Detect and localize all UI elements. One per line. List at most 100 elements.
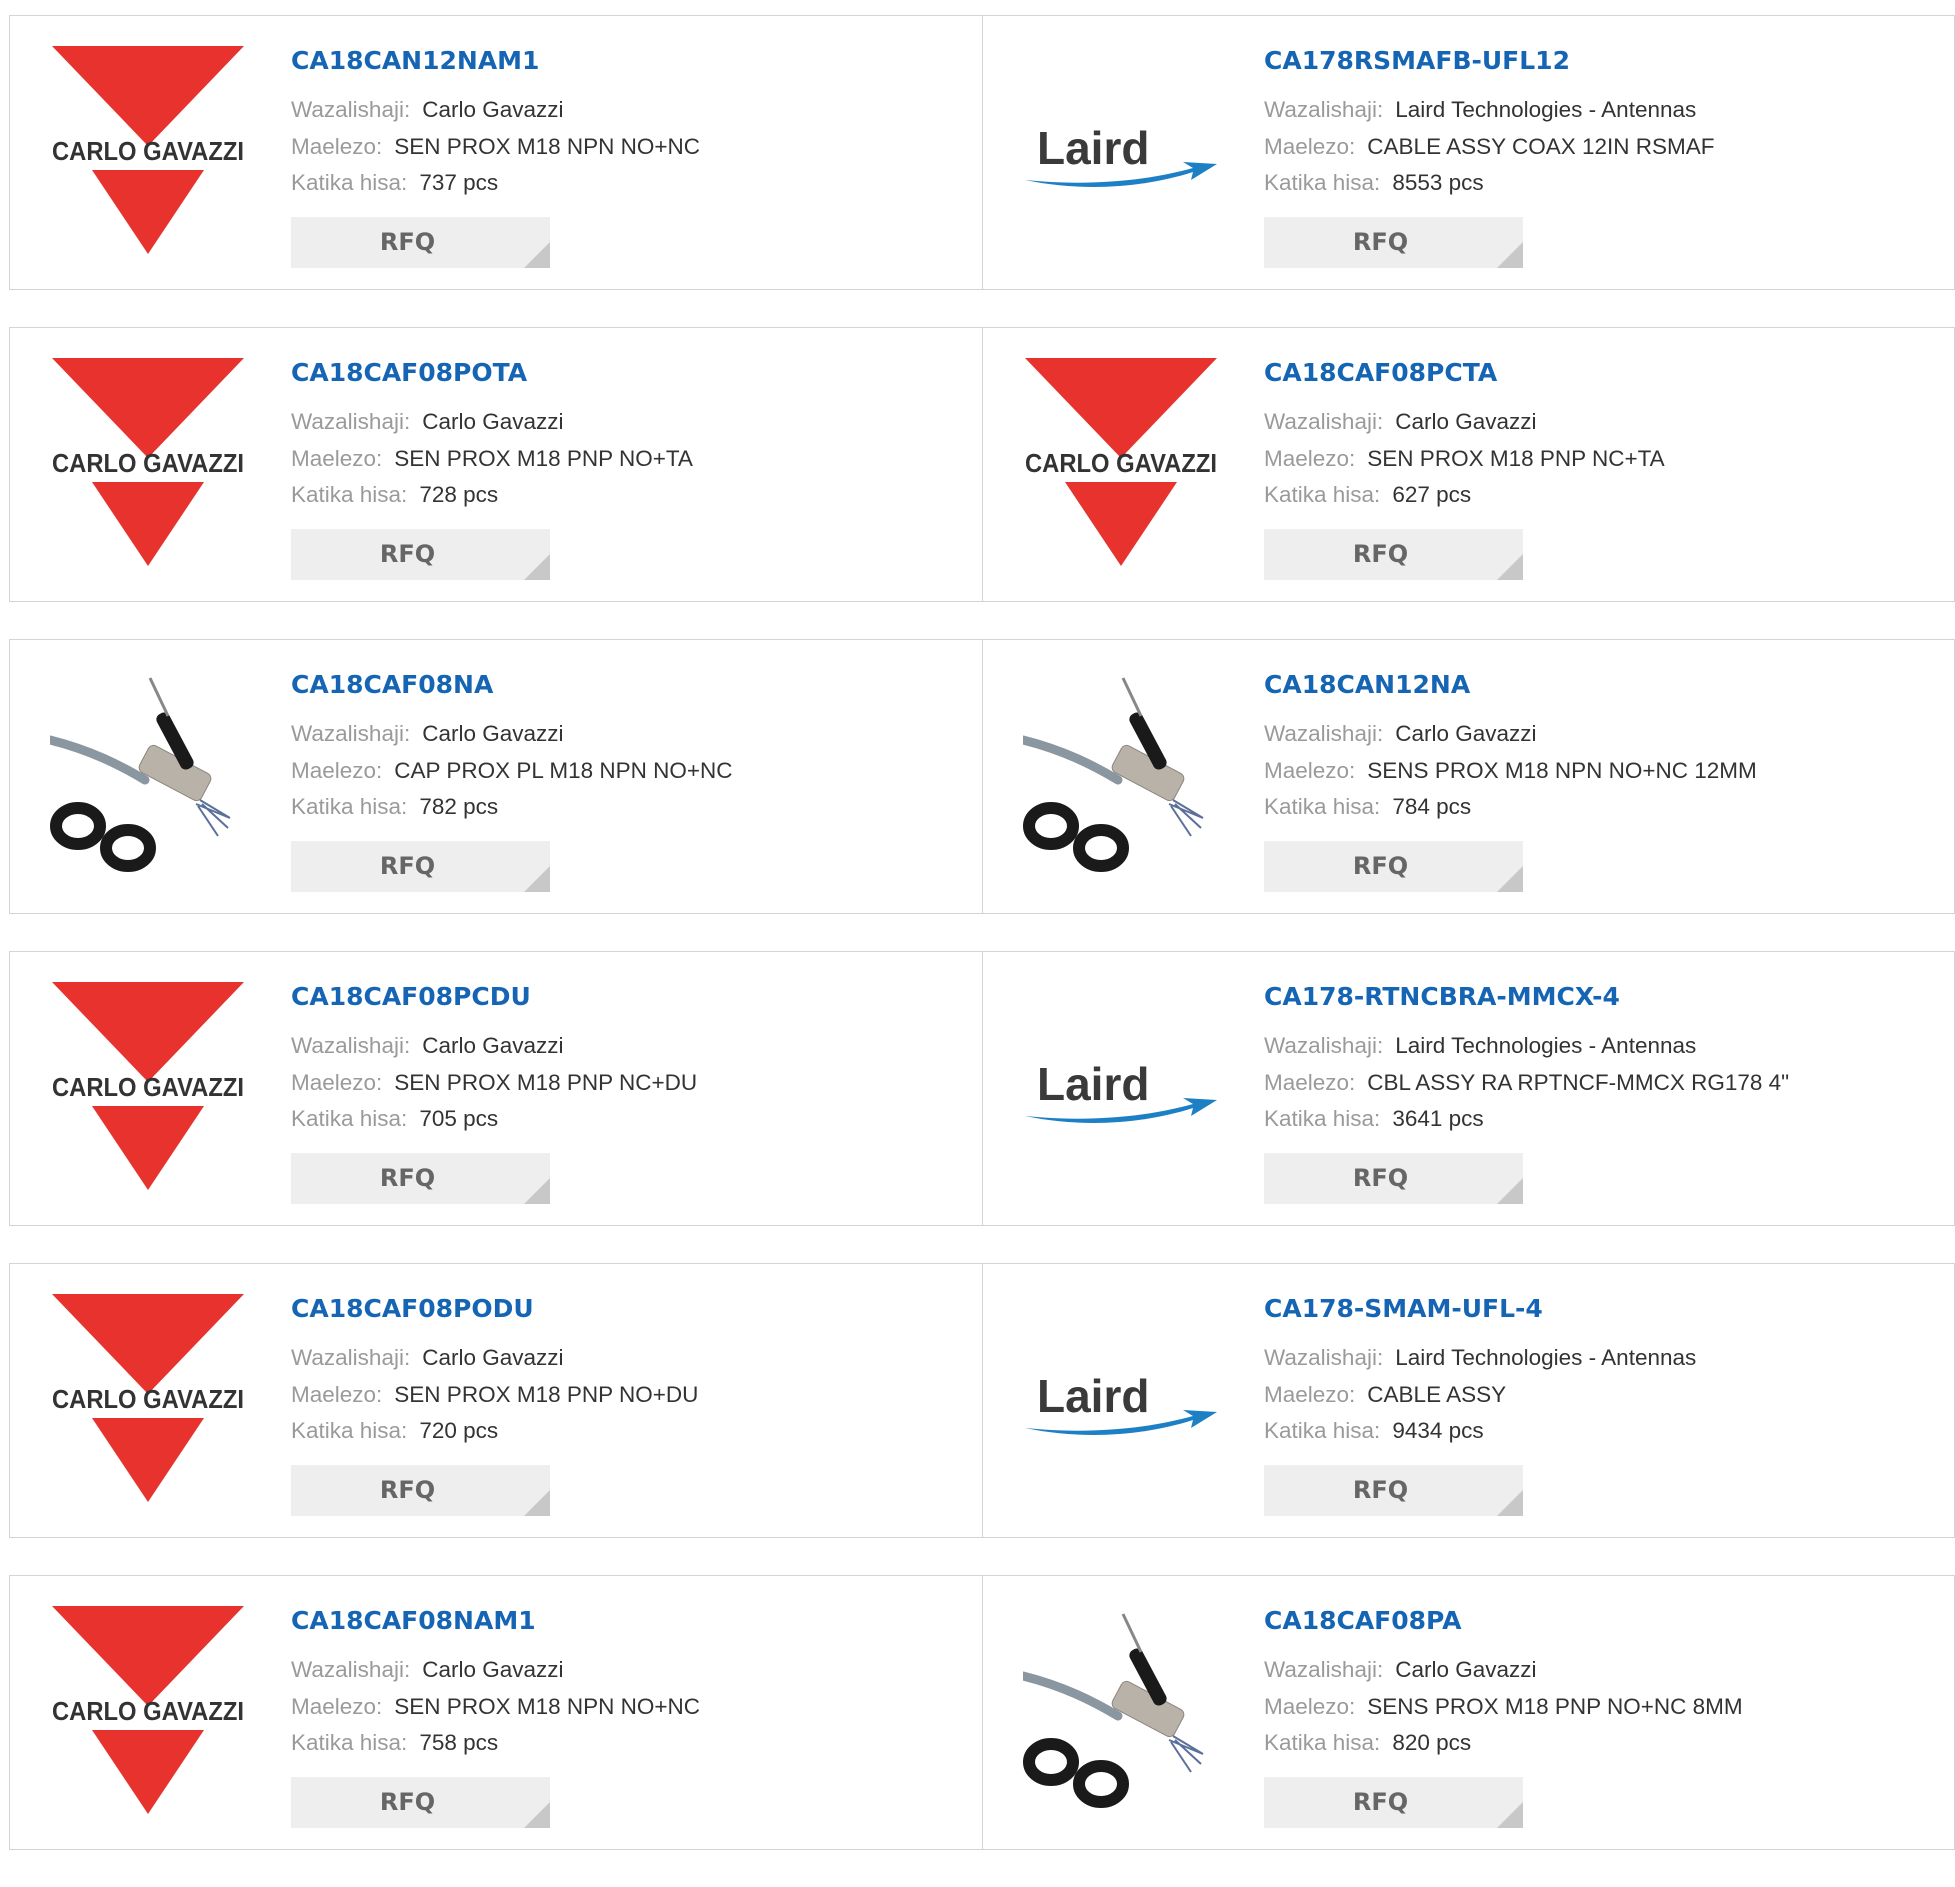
product-row: CARLO GAVAZZI CA18CAF08PODU Wazalishaji: Ca… [9,1263,1955,1538]
stock-value: 9434 pcs [1392,1418,1484,1443]
stock-line: Katika hisa: 820 pcs [1264,1725,1743,1762]
carlo-gavazzi-logo: CARLO GAVAZZI [1023,358,1219,568]
description-value: SEN PROX M18 PNP NO+DU [394,1381,699,1407]
rfq-button[interactable]: RFQ [291,217,550,268]
corner-decoration [524,1490,550,1516]
description-line: Maelezo: SENS PROX M18 PNP NO+NC 8MM [1264,1689,1743,1726]
product-card: CARLO GAVAZZI CA18CAF08NAM1 Wazalishaji: Ca… [10,1576,982,1849]
product-info: CA178-RTNCBRA-MMCX-4 Wazalishaji: Laird Te… [1264,982,1789,1138]
rfq-button[interactable]: RFQ [1264,1777,1523,1828]
rfq-label: RFQ [379,228,436,256]
rfq-label: RFQ [1352,540,1409,568]
product-card: CA18CAF08PA Wazalishaji: Carlo Gavazzi Mael… [982,1576,1954,1849]
rfq-button[interactable]: RFQ [1264,1153,1523,1204]
stock-line: Katika hisa: 737 pcs [291,165,700,202]
description-label: Maelezo: [1264,1069,1356,1095]
part-number-link[interactable]: CA178RSMAFB-UFL12 [1264,46,1715,76]
manufacturer-label: Wazalishaji: [1264,721,1384,746]
rfq-label: RFQ [1352,228,1409,256]
sensor-photo [45,670,246,880]
stock-line: Katika hisa: 784 pcs [1264,789,1757,826]
rfq-button[interactable]: RFQ [291,1153,550,1204]
description-value: SEN PROX M18 NPN NO+NC [394,1693,700,1719]
rfq-button[interactable]: RFQ [291,529,550,580]
product-info: CA18CAN12NA Wazalishaji: Carlo Gavazzi Mael… [1264,670,1757,826]
part-number-link[interactable]: CA18CAN12NA [1264,670,1757,700]
stock-line: Katika hisa: 9434 pcs [1264,1413,1696,1450]
rfq-label: RFQ [1352,1164,1409,1192]
description-value: SENS PROX M18 PNP NO+NC 8MM [1367,1693,1743,1719]
rfq-button[interactable]: RFQ [291,1465,550,1516]
part-number-link[interactable]: CA18CAF08NAM1 [291,1606,700,1636]
stock-label: Katika hisa: [1264,1418,1381,1443]
description-value: SEN PROX M18 PNP NC+DU [394,1069,698,1095]
rfq-button[interactable]: RFQ [1264,841,1523,892]
manufacturer-label: Wazalishaji: [1264,1345,1384,1370]
rfq-label: RFQ [1352,1788,1409,1816]
description-line: Maelezo: CABLE ASSY [1264,1377,1696,1414]
product-info: CA18CAF08NAM1 Wazalishaji: Carlo Gavazzi Ma… [291,1606,700,1762]
rfq-button[interactable]: RFQ [291,841,550,892]
product-info: CA18CAF08PCDU Wazalishaji: Carlo Gavazzi Ma… [291,982,697,1138]
rfq-button[interactable]: RFQ [1264,217,1523,268]
corner-decoration [524,242,550,268]
description-line: Maelezo: CAP PROX PL M18 NPN NO+NC [291,753,733,790]
manufacturer-line: Wazalishaji: Carlo Gavazzi [291,1652,700,1689]
part-number-link[interactable]: CA18CAF08PCDU [291,982,697,1012]
part-number-link[interactable]: CA18CAF08POTA [291,358,693,388]
stock-line: Katika hisa: 705 pcs [291,1101,697,1138]
description-line: Maelezo: CBL ASSY RA RPTNCF-MMCX RG178 4" [1264,1065,1789,1102]
product-card: Laird CA178-SMAM-UFL-4 Wazalishaji: Laird T… [982,1264,1954,1537]
rfq-label: RFQ [379,1788,436,1816]
logo-text: CARLO GAVAZZI [52,1072,244,1102]
corner-decoration [524,1178,550,1204]
sensor-photo [1018,1606,1219,1816]
manufacturer-label: Wazalishaji: [1264,1033,1384,1058]
manufacturer-line: Wazalishaji: Carlo Gavazzi [291,92,700,129]
manufacturer-label: Wazalishaji: [1264,1657,1384,1682]
part-number-link[interactable]: CA18CAF08PA [1264,1606,1743,1636]
product-info: CA18CAF08PA Wazalishaji: Carlo Gavazzi Mael… [1264,1606,1743,1762]
part-number-link[interactable]: CA18CAN12NAM1 [291,46,700,76]
stock-value: 782 pcs [419,794,499,819]
manufacturer-line: Wazalishaji: Carlo Gavazzi [291,1340,698,1377]
stock-line: Katika hisa: 782 pcs [291,789,733,826]
product-info: CA18CAF08NA Wazalishaji: Carlo Gavazzi Mael… [291,670,733,826]
part-number-link[interactable]: CA18CAF08PODU [291,1294,698,1324]
stock-value: 728 pcs [419,482,499,507]
rfq-button[interactable]: RFQ [1264,529,1523,580]
part-number-link[interactable]: CA178-SMAM-UFL-4 [1264,1294,1696,1324]
manufacturer-line: Wazalishaji: Carlo Gavazzi [1264,404,1665,441]
corner-decoration [1497,866,1523,892]
stock-value: 820 pcs [1392,1730,1472,1755]
manufacturer-value: Carlo Gavazzi [422,721,564,746]
rfq-button[interactable]: RFQ [1264,1465,1523,1516]
description-label: Maelezo: [291,445,383,471]
part-number-link[interactable]: CA18CAF08NA [291,670,733,700]
logo-text: CARLO GAVAZZI [1025,448,1217,478]
product-info: CA18CAF08POTA Wazalishaji: Carlo Gavazzi Ma… [291,358,693,514]
manufacturer-line: Wazalishaji: Carlo Gavazzi [291,716,733,753]
part-number-link[interactable]: CA178-RTNCBRA-MMCX-4 [1264,982,1789,1012]
logo-text: Laird [1037,1058,1149,1110]
manufacturer-line: Wazalishaji: Carlo Gavazzi [291,404,693,441]
manufacturer-label: Wazalishaji: [1264,409,1384,434]
manufacturer-value: Carlo Gavazzi [1395,721,1537,746]
manufacturer-label: Wazalishaji: [291,1345,411,1370]
part-number-link[interactable]: CA18CAF08PCTA [1264,358,1665,388]
manufacturer-label: Wazalishaji: [291,1657,411,1682]
product-card: CARLO GAVAZZI CA18CAF08PODU Wazalishaji: Ca… [10,1264,982,1537]
rfq-button[interactable]: RFQ [291,1777,550,1828]
description-line: Maelezo: SENS PROX M18 NPN NO+NC 12MM [1264,753,1757,790]
stock-value: 720 pcs [419,1418,499,1443]
manufacturer-value: Carlo Gavazzi [422,1657,564,1682]
rfq-label: RFQ [1352,1476,1409,1504]
stock-label: Katika hisa: [291,482,408,507]
description-line: Maelezo: CABLE ASSY COAX 12IN RSMAF [1264,129,1715,166]
stock-value: 627 pcs [1392,482,1472,507]
product-card: CA18CAN12NA Wazalishaji: Carlo Gavazzi Mael… [982,640,1954,913]
manufacturer-value: Carlo Gavazzi [422,1033,564,1058]
description-line: Maelezo: SEN PROX M18 PNP NO+TA [291,441,693,478]
logo-text: CARLO GAVAZZI [52,136,244,166]
product-card: CARLO GAVAZZI CA18CAF08PCTA Wazalishaji: Ca… [982,328,1954,601]
